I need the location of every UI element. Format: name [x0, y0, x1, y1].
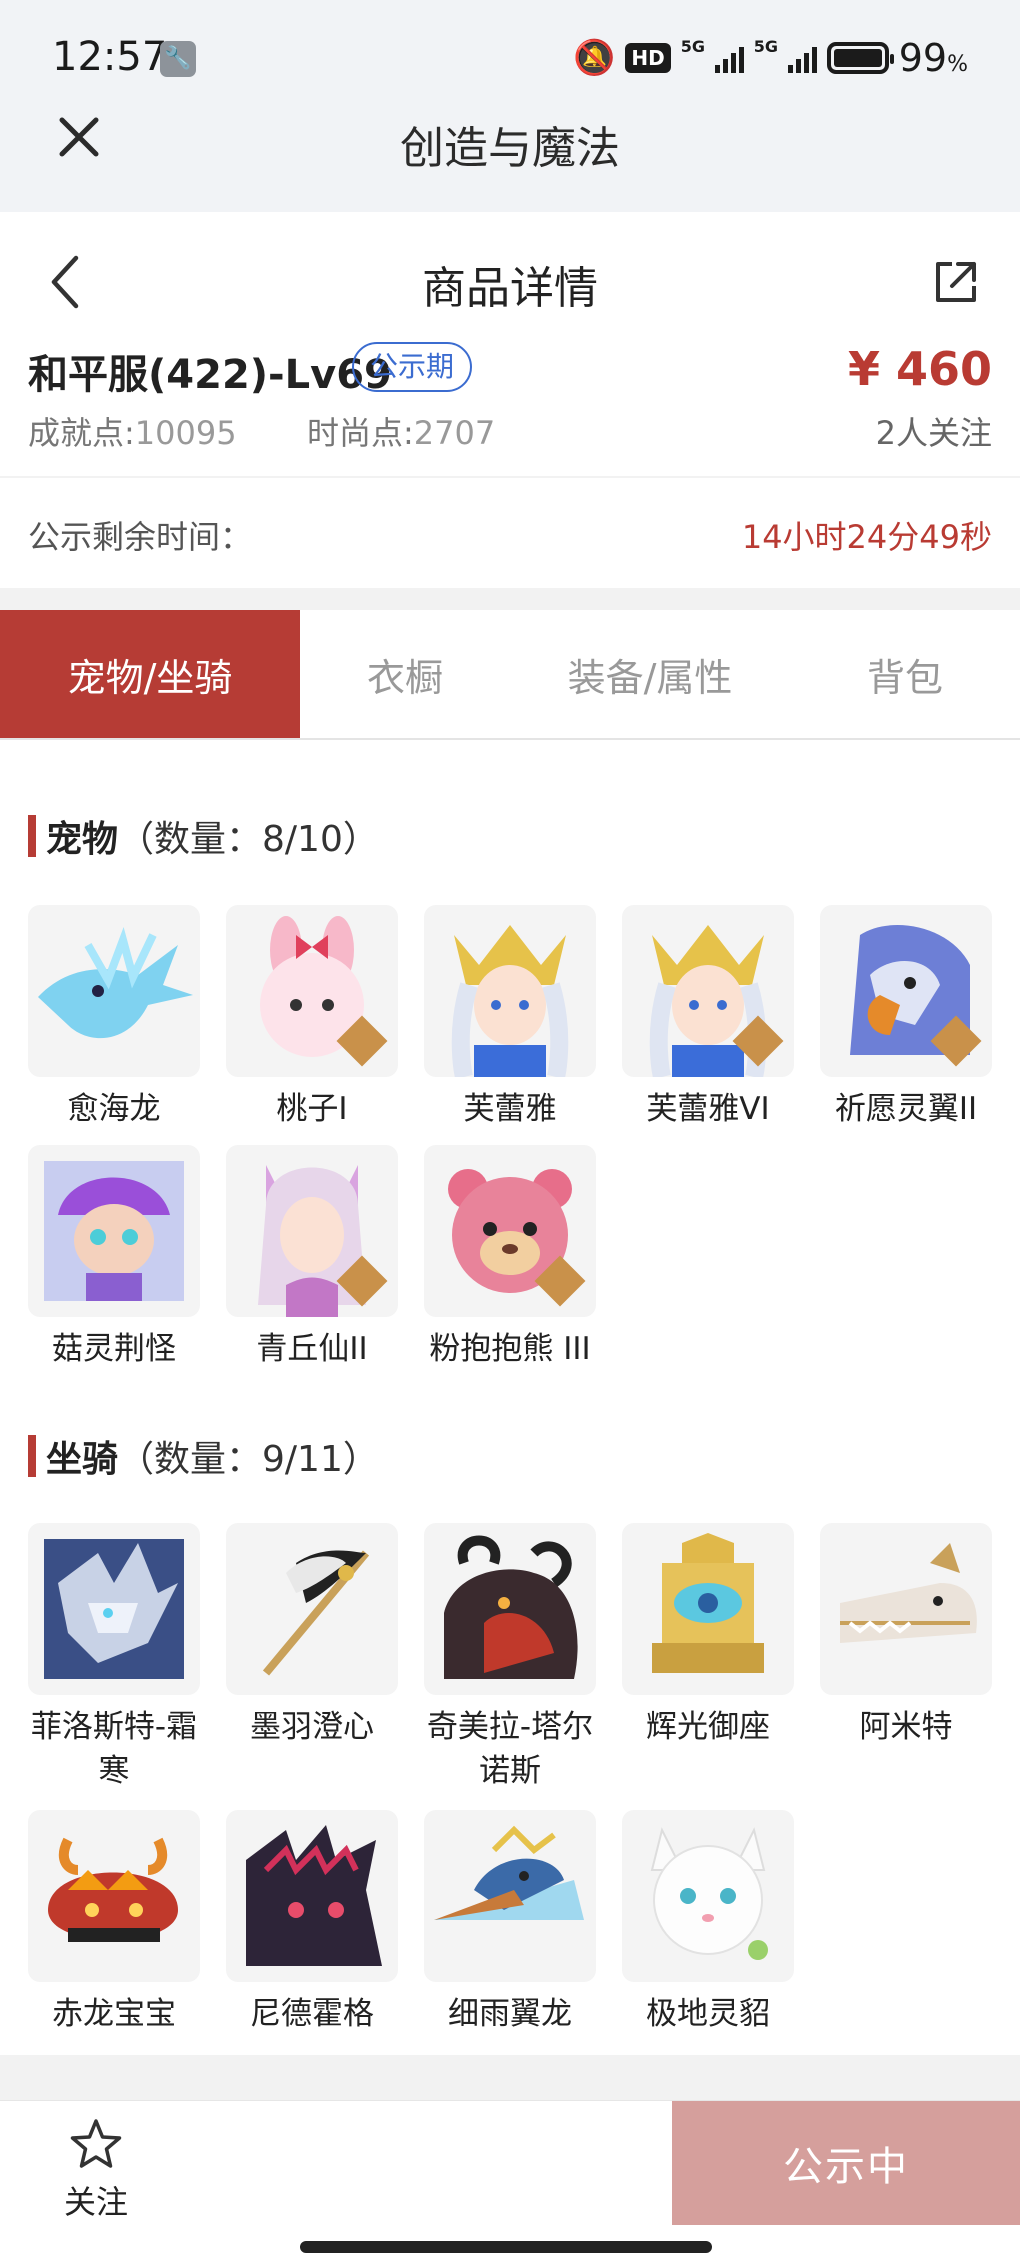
- tab-wardrobe[interactable]: 衣橱: [300, 610, 510, 738]
- status-badge: 公示期: [352, 342, 473, 392]
- tab-backpack[interactable]: 背包: [790, 610, 1020, 738]
- mounts-section-title: 坐骑 （数量：9/11）: [28, 1430, 379, 1482]
- pets-mounts-panel: 宠物 （数量：8/10） 愈海龙 桃子I 芙蕾雅 芙蕾雅VI 祈愿灵翼II 菇灵…: [0, 740, 1020, 2055]
- page-title: 商品详情: [422, 263, 598, 314]
- mute-bell-icon: 🔕: [573, 38, 616, 78]
- pet-item[interactable]: 芙蕾雅: [424, 905, 596, 1131]
- mount-item[interactable]: 奇美拉-塔尔诺斯: [424, 1523, 596, 1793]
- pink-bunny-icon: [226, 905, 398, 1077]
- pet-item[interactable]: 愈海龙: [28, 905, 200, 1131]
- item-stats: 成就点:10095 时尚点:2707: [28, 408, 495, 454]
- mount-item[interactable]: 尼德霍格: [226, 1810, 398, 2036]
- item-name: 和平服(422)-Lv69: [28, 352, 392, 398]
- bottom-action-bar: 关注 公示中: [0, 2100, 1020, 2267]
- tab-pets-mounts[interactable]: 宠物/坐骑: [0, 610, 300, 738]
- pet-item[interactable]: 菇灵荆怪: [28, 1145, 200, 1371]
- valkyrie-icon: [622, 905, 794, 1077]
- mount-item[interactable]: 赤龙宝宝: [28, 1810, 200, 2036]
- countdown-row: 公示剩余时间： 14小时24分49秒: [0, 478, 1020, 588]
- home-indicator[interactable]: [300, 2241, 712, 2253]
- throne-icon: [622, 1523, 794, 1695]
- chimera-icon: [424, 1523, 596, 1695]
- follow-button[interactable]: 关注: [56, 2117, 136, 2223]
- valkyrie-icon: [424, 905, 596, 1077]
- sea-dragon-icon: [28, 905, 200, 1077]
- feather-staff-icon: [226, 1523, 398, 1695]
- pet-item[interactable]: 芙蕾雅VI: [622, 905, 794, 1131]
- mount-item[interactable]: 辉光御座: [622, 1523, 794, 1749]
- webview-title: 创造与魔法: [400, 123, 620, 174]
- battery-icon: [826, 42, 894, 74]
- mount-item[interactable]: 极地灵貂: [622, 1810, 794, 2036]
- item-price: ¥ 460: [847, 342, 992, 396]
- category-tabs: 宠物/坐骑 衣橱 装备/属性 背包: [0, 610, 1020, 740]
- frost-dragon-icon: [28, 1523, 200, 1695]
- dark-dragon-icon: [226, 1810, 398, 1982]
- eagle-icon: [820, 905, 992, 1077]
- pets-section-title: 宠物 （数量：8/10）: [28, 810, 379, 862]
- countdown-label: 公示剩余时间：: [28, 518, 253, 556]
- battery-percent: 99%: [898, 36, 968, 80]
- star-icon: [70, 2119, 122, 2168]
- item-summary-card: 商品详情 和平服(422)-Lv69 公示期 ¥ 460 成就点:10095 时…: [0, 212, 1020, 476]
- signal-icon-1: 5G: [681, 37, 744, 73]
- pet-item[interactable]: 粉抱抱熊 III: [424, 1145, 596, 1371]
- fox-fairy-icon: [226, 1145, 398, 1317]
- wrench-icon: 🔧: [160, 41, 196, 77]
- status-time: 12:57: [52, 34, 168, 80]
- fashion-value: 2707: [413, 414, 496, 452]
- mount-item[interactable]: 阿米特: [820, 1523, 992, 1749]
- status-icons: 🔕 HD 5G 5G 99%: [573, 36, 968, 80]
- app-header: 12:57 🔧 🔕 HD 5G 5G 99% 创造与魔法: [0, 0, 1020, 212]
- pet-item[interactable]: 桃子I: [226, 905, 398, 1131]
- hd-badge: HD: [625, 43, 671, 73]
- share-icon[interactable]: [928, 254, 984, 310]
- signal-icon-2: 5G: [754, 37, 817, 73]
- follow-label: 关注: [63, 2183, 128, 2221]
- pet-item[interactable]: 祈愿灵翼II: [820, 905, 992, 1131]
- white-mink-icon: [622, 1810, 794, 1982]
- mount-item[interactable]: 细雨翼龙: [424, 1810, 596, 2036]
- countdown-value: 14小时24分49秒: [741, 518, 992, 556]
- crocodile-icon: [820, 1523, 992, 1695]
- achievement-value: 10095: [134, 414, 237, 452]
- red-dragon-icon: [28, 1810, 200, 1982]
- publicity-status-button[interactable]: 公示中: [672, 2101, 1020, 2225]
- pet-item[interactable]: 青丘仙II: [226, 1145, 398, 1371]
- pink-bear-icon: [424, 1145, 596, 1317]
- mount-item[interactable]: 菲洛斯特-霜寒: [28, 1523, 200, 1793]
- follower-count: 2人关注: [875, 414, 992, 452]
- mount-item[interactable]: 墨羽澄心: [226, 1523, 398, 1749]
- pterodactyl-icon: [424, 1810, 596, 1982]
- fashion-label: 时尚点:: [306, 414, 414, 452]
- tab-equipment[interactable]: 装备/属性: [510, 610, 790, 738]
- achievement-label: 成就点:: [28, 414, 135, 452]
- mushroom-elf-icon: [28, 1145, 200, 1317]
